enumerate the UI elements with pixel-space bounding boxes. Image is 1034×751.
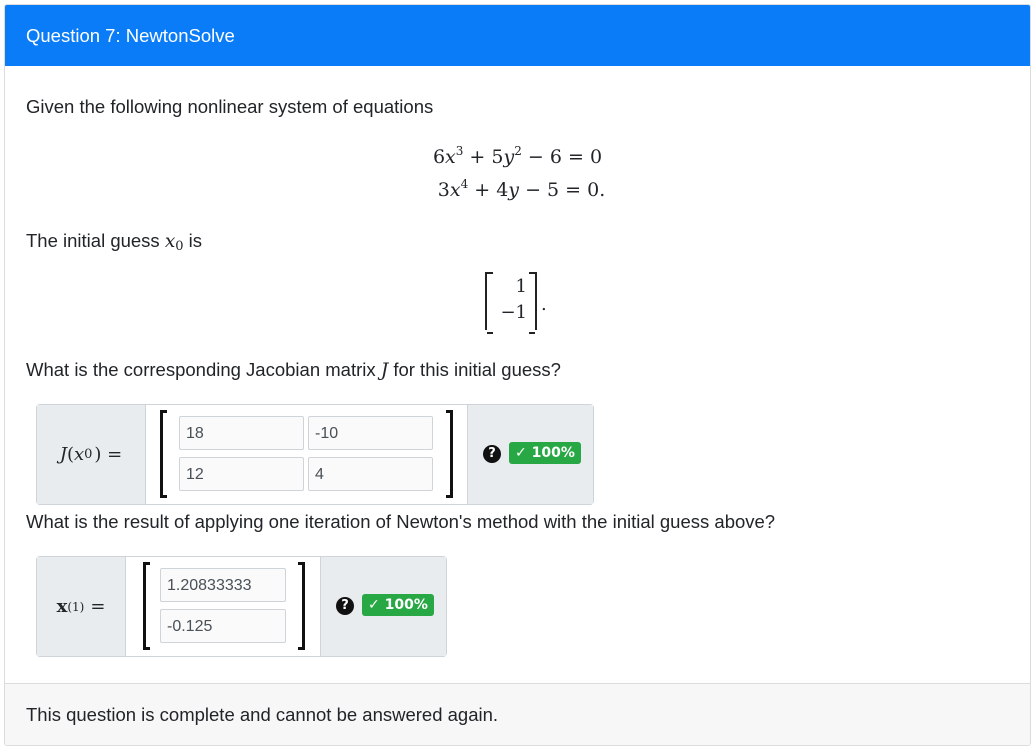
eq2-coef1: 3 [437, 179, 450, 201]
guess-entry-1: 1 [515, 276, 527, 297]
jacobian-status-area: ? ✓ 100% [467, 405, 593, 504]
eq1-var2: y [503, 146, 515, 168]
eq2-var1: x [449, 179, 461, 201]
equation-2: 3x4 + 4y − 5 = 0. [5, 177, 1030, 201]
newton-cell-1[interactable]: 1.20833333 [160, 568, 286, 602]
vector-left-bracket [143, 562, 150, 650]
eq1-pow2: 2 [514, 144, 522, 158]
newton-input-group: x (1) = 1.20833333 -0.125 ? ✓ 100% [36, 556, 447, 657]
matrix-left-bracket [160, 410, 167, 498]
eq2-rest: − 5 = 0. [519, 179, 606, 201]
equation-1: 6x3 + 5y2 − 6 = 0 [5, 144, 1030, 168]
question-footer: This question is complete and cannot be … [5, 683, 1030, 745]
matrix-right-bracket [446, 410, 453, 498]
jacobian-cell-2-2[interactable]: 4 [308, 457, 433, 491]
help-icon[interactable]: ? [483, 445, 501, 463]
jacobian-label: J(x 0) = [37, 405, 146, 504]
question-title: Question 7: NewtonSolve [5, 5, 1030, 66]
guess-entry-2: −1 [500, 302, 527, 323]
jacobian-input-group: J(x 0) = 18 -10 12 4 ? ✓ 100% [36, 404, 594, 505]
eq1-coef2: + 5 [463, 146, 504, 168]
vector-right-bracket [298, 562, 305, 650]
jacobian-prompt: What is the corresponding Jacobian matri… [26, 359, 561, 381]
eq1-coef1: 6 [432, 146, 446, 168]
jacobian-cell-1-1[interactable]: 18 [179, 416, 304, 450]
eq2-var2: y [508, 179, 520, 201]
question-card: Question 7: NewtonSolve Given the follow… [4, 4, 1031, 746]
newton-status-area: ? ✓ 100% [320, 557, 446, 656]
eq2-coef2: + 4 [468, 179, 509, 201]
score-badge: ✓ 100% [362, 594, 434, 616]
eq1-rest: − 6 = 0 [521, 146, 603, 168]
newton-label: x (1) = [37, 557, 126, 656]
eq1-var1: x [445, 146, 456, 168]
newton-prompt: What is the result of applying one itera… [26, 511, 776, 532]
initial-guess-vector: 1 −1 . [5, 272, 1030, 334]
jacobian-cell-2-1[interactable]: 12 [179, 457, 304, 491]
intro-text: Given the following nonlinear system of … [26, 96, 434, 117]
newton-cell-2[interactable]: -0.125 [160, 609, 286, 643]
question-body: Given the following nonlinear system of … [5, 66, 1030, 678]
guess-text: The initial guess x0 is [26, 230, 203, 254]
jacobian-cell-1-2[interactable]: -10 [308, 416, 433, 450]
score-badge: ✓ 100% [509, 442, 581, 464]
help-icon[interactable]: ? [336, 597, 354, 615]
